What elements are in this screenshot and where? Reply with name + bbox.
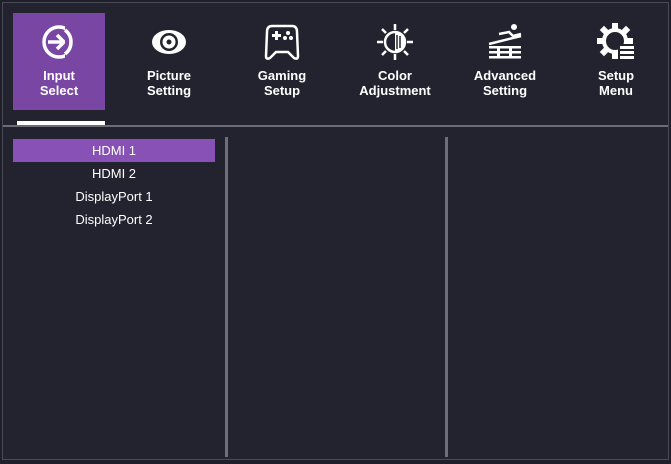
menu-item-picture-setting[interactable]: Picture Setting bbox=[123, 13, 215, 110]
column-divider-left bbox=[225, 137, 228, 457]
menu-item-label: Advanced Setting bbox=[473, 68, 537, 98]
gamepad-icon bbox=[264, 24, 300, 60]
advanced-setting-icon bbox=[488, 24, 522, 59]
menu-item-label: Input Select bbox=[39, 68, 79, 98]
option-hdmi-1[interactable]: HDMI 1 bbox=[13, 139, 215, 162]
menu-item-label: Gaming Setup bbox=[257, 68, 307, 98]
menu-item-label: Setup Menu bbox=[597, 68, 635, 98]
osd-main-menu: Input Select Picture Setting Gaming Setu… bbox=[3, 3, 668, 125]
option-hdmi-2[interactable]: HDMI 2 bbox=[13, 162, 215, 185]
menu-item-input-select[interactable]: Input Select bbox=[13, 13, 105, 110]
option-displayport-2[interactable]: DisplayPort 2 bbox=[13, 208, 215, 231]
gear-menu-icon bbox=[597, 23, 636, 62]
column-divider-right bbox=[445, 137, 448, 457]
menu-item-gaming-setup[interactable]: Gaming Setup bbox=[236, 13, 328, 110]
menu-item-advanced-setting[interactable]: Advanced Setting bbox=[459, 13, 551, 110]
color-adjust-icon bbox=[377, 24, 413, 60]
input-source-list: HDMI 1 HDMI 2 DisplayPort 1 DisplayPort … bbox=[13, 139, 215, 231]
menu-divider bbox=[3, 125, 668, 127]
option-displayport-1[interactable]: DisplayPort 1 bbox=[13, 185, 215, 208]
menu-item-label: Picture Setting bbox=[146, 68, 192, 98]
monitor-osd-panel: Input Select Picture Setting Gaming Setu… bbox=[2, 2, 669, 460]
eye-icon bbox=[152, 30, 186, 54]
menu-item-color-adjustment[interactable]: Color Adjustment bbox=[349, 13, 441, 110]
menu-item-label: Color Adjustment bbox=[359, 68, 431, 98]
input-arrow-icon bbox=[42, 25, 77, 59]
menu-item-setup-menu[interactable]: Setup Menu bbox=[570, 13, 662, 110]
